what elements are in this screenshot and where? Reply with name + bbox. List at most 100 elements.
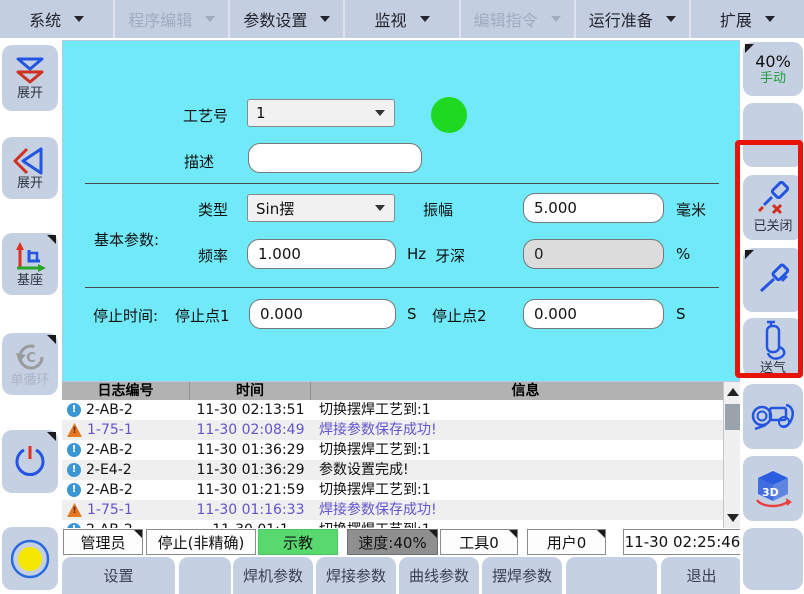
frequency-input[interactable] (247, 239, 396, 269)
menu-program-edit: 程序编辑 (115, 0, 230, 38)
welding-params-label: 焊接参数 (326, 565, 386, 586)
expand-down-label: 展开 (17, 87, 43, 101)
power-button[interactable] (2, 430, 58, 493)
weave-process-panel: 工艺号 1 描述 类型 Sin摆 振幅 毫米 基本参数: 频率 Hz 牙深 % … (62, 40, 740, 382)
welder-params-button[interactable]: 焊机参数 (233, 557, 313, 594)
menu-program-edit-label: 程序编辑 (128, 7, 192, 31)
exit-button[interactable]: 退出 (661, 557, 742, 594)
base-frame-button[interactable]: 基座 (2, 233, 58, 295)
single-cycle-icon: C (12, 341, 48, 373)
status-user-role[interactable]: 管理员 (63, 529, 143, 555)
menu-edit-instructions-label: 编辑指令 (474, 7, 538, 31)
settings-button[interactable]: 设置 (62, 557, 175, 594)
log-header-msg: 信息 (311, 382, 740, 400)
view-3d-button[interactable]: 3D (743, 456, 803, 521)
status-speed[interactable]: 速度:40% (347, 529, 438, 555)
weave-params-label: 摆焊参数 (492, 565, 552, 586)
log-message: 切换摆焊工艺到:1 (311, 480, 740, 500)
description-input[interactable] (248, 143, 422, 173)
stop-point2-input[interactable] (523, 299, 664, 329)
speed-mode-button[interactable]: 40% 手动 (743, 42, 803, 96)
dropdown-arrow-icon (420, 16, 430, 22)
gas-feed-button[interactable]: 送气 (743, 318, 803, 377)
expand-down-button[interactable]: 展开 (2, 45, 58, 111)
bottom-empty-button-1 (179, 557, 231, 594)
log-row[interactable]: !1-75-1 11-30 02:08:49 焊接参数保存成功! (62, 420, 740, 440)
frequency-unit: Hz (407, 245, 426, 263)
log-row[interactable]: !2-AB-2 11-30 01:21:59 切换摆焊工艺到:1 (62, 480, 740, 500)
log-table: 日志编号 时间 信息 !2-AB-2 11-30 02:13:51 切换摆焊工艺… (62, 382, 740, 528)
log-row[interactable]: !1-75-1 11-30 01:16:33 焊接参数保存成功! (62, 500, 740, 520)
log-row[interactable]: !2-AB-2 11-30 01:1 切换摆焊工艺到:1 (62, 520, 740, 528)
type-dropdown[interactable]: Sin摆 (247, 194, 395, 222)
scroll-up-icon[interactable] (727, 388, 739, 396)
manual-mode-label: 手动 (760, 71, 786, 86)
menu-extension[interactable]: 扩展 (691, 0, 804, 38)
amplitude-unit: 毫米 (676, 199, 706, 220)
depth-input (523, 239, 664, 269)
gas-feed-label: 送气 (760, 362, 786, 376)
torch-state-button[interactable]: 已关闭 (743, 175, 803, 240)
process-no-dropdown[interactable]: 1 (247, 99, 395, 127)
menu-run-preparation[interactable]: 运行准备 (576, 0, 691, 38)
log-row[interactable]: !2-AB-2 11-30 01:36:29 切换摆焊工艺到:1 (62, 440, 740, 460)
log-row[interactable]: !2-AB-2 11-30 02:13:51 切换摆焊工艺到:1 (62, 400, 740, 420)
handheld-device-button[interactable] (743, 384, 803, 449)
torch-off-icon (753, 181, 793, 219)
stop-point1-unit: S (407, 305, 417, 323)
status-user-frame[interactable]: 用户0 (527, 529, 606, 555)
amplitude-input[interactable] (523, 193, 664, 223)
log-time: 11-30 01:16:33 (190, 500, 311, 520)
log-scrollbar[interactable] (723, 382, 740, 528)
exit-button-label: 退出 (686, 565, 716, 586)
corner-marker-icon (47, 335, 56, 344)
corner-marker-icon (745, 250, 754, 259)
right-empty-button-2 (743, 528, 803, 590)
status-datetime: 11-30 02:25:46 (623, 529, 742, 555)
log-id: 2-AB-2 (86, 520, 133, 528)
scrollbar-thumb[interactable] (725, 404, 740, 430)
record-button[interactable] (2, 527, 58, 590)
log-time: 11-30 02:13:51 (190, 400, 311, 420)
stop-point1-label: 停止点1 (175, 305, 230, 326)
process-no-label: 工艺号 (164, 105, 228, 126)
menu-system[interactable]: 系统 (0, 0, 115, 38)
welding-params-button[interactable]: 焊接参数 (316, 557, 396, 594)
corner-marker-icon (429, 530, 437, 538)
status-led-green (431, 97, 467, 133)
stop-point1-input[interactable] (249, 299, 396, 329)
record-icon (9, 538, 51, 580)
status-run-state: 停止(非精确) (146, 529, 256, 555)
type-label: 类型 (164, 199, 228, 220)
dropdown-arrow-icon (765, 16, 775, 22)
torch-button[interactable] (743, 248, 803, 312)
depth-label: 牙深 (435, 245, 465, 266)
torch-icon (753, 260, 793, 300)
dropdown-arrow-icon (205, 16, 215, 22)
expand-left-button[interactable]: 展开 (2, 137, 58, 199)
warning-icon: ! (67, 423, 82, 437)
bottom-empty-button-2 (566, 557, 657, 594)
corner-marker-icon (597, 530, 605, 538)
log-header-time: 时间 (190, 382, 311, 400)
log-header-id: 日志编号 (62, 382, 190, 400)
log-message: 焊接参数保存成功! (311, 420, 740, 440)
depth-unit: % (676, 245, 690, 263)
curve-params-button[interactable]: 曲线参数 (399, 557, 479, 594)
expand-left-label: 展开 (17, 177, 43, 191)
base-frame-icon (12, 241, 48, 273)
status-teach-mode-label: 示教 (283, 532, 313, 553)
log-id: 2-AB-2 (86, 480, 133, 500)
status-tool[interactable]: 工具0 (440, 529, 518, 555)
3d-cube-label: 3D (762, 486, 779, 499)
menu-parameter-settings[interactable]: 参数设置 (230, 0, 345, 38)
menu-parameter-settings-label: 参数设置 (243, 7, 307, 31)
log-row[interactable]: !2-E4-2 11-30 01:36:29 参数设置完成! (62, 460, 740, 480)
log-id: 1-75-1 (87, 420, 133, 440)
scroll-down-icon[interactable] (727, 514, 739, 522)
log-message: 切换摆焊工艺到:1 (311, 440, 740, 460)
menu-monitor[interactable]: 监视 (345, 0, 460, 38)
log-message: 切换摆焊工艺到:1 (311, 520, 740, 528)
description-label: 描述 (164, 151, 214, 172)
weave-params-button[interactable]: 摆焊参数 (482, 557, 562, 594)
